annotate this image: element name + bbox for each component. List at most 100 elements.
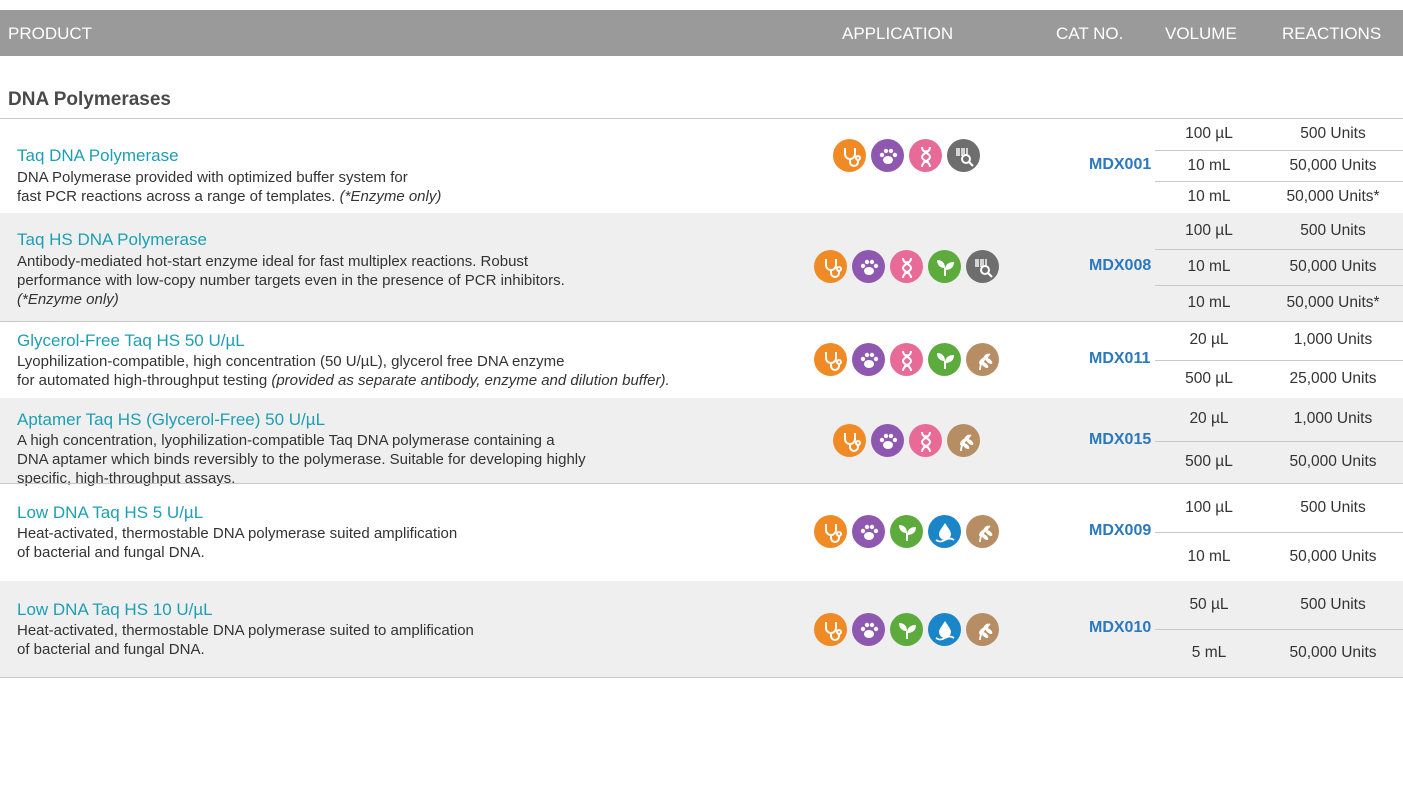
volume-cell: 500 µL xyxy=(1185,453,1233,470)
product-name[interactable]: Taq DNA Polymerase xyxy=(17,146,179,166)
size-divider xyxy=(1155,249,1403,250)
plant-icon xyxy=(890,613,923,646)
product-name[interactable]: Low DNA Taq HS 5 U/µL xyxy=(17,503,203,523)
table-row: Low DNA Taq HS 10 U/µL Heat-activated, th… xyxy=(0,581,1403,677)
size-divider xyxy=(1155,629,1403,630)
paw-icon xyxy=(852,343,885,376)
stethoscope-icon xyxy=(833,139,866,172)
table-row: Taq HS DNA Polymerase Antibody-mediated h… xyxy=(0,213,1403,321)
barcode-search-icon xyxy=(966,250,999,283)
paw-icon xyxy=(852,515,885,548)
reactions-cell: 1,000 Units xyxy=(1293,410,1373,427)
reactions-cell: 50,000 Units xyxy=(1289,157,1377,174)
description-note: (*Enzyme only) xyxy=(17,291,119,308)
application-icons xyxy=(814,250,999,284)
table-row: Low DNA Taq HS 5 U/µL Heat-activated, the… xyxy=(0,483,1403,581)
volume-cell: 50 µL xyxy=(1189,596,1229,613)
product-description: A high concentration, lyophilization-com… xyxy=(17,432,586,487)
header-cat-no: CAT NO. xyxy=(1056,24,1124,43)
volume-cell: 10 mL xyxy=(1187,294,1231,311)
volume-cell: 10 mL xyxy=(1187,548,1231,565)
application-icons xyxy=(833,424,980,458)
wheat-icon xyxy=(966,515,999,548)
reactions-cell: 25,000 Units xyxy=(1289,370,1377,387)
dna-icon xyxy=(890,343,923,376)
product-description: Heat-activated, thermostable DNA polymer… xyxy=(17,622,474,658)
stethoscope-icon xyxy=(814,250,847,283)
volume-cell: 100 µL xyxy=(1185,499,1233,516)
size-divider xyxy=(1155,285,1403,286)
wheat-icon xyxy=(966,613,999,646)
table-row: Taq DNA Polymerase DNA Polymerase provide… xyxy=(0,118,1403,213)
volume-cell: 10 mL xyxy=(1187,157,1231,174)
paw-icon xyxy=(852,613,885,646)
reactions-cell: 50,000 Units xyxy=(1289,453,1377,470)
size-divider xyxy=(1155,181,1403,182)
plant-icon xyxy=(928,250,961,283)
wheat-icon xyxy=(947,424,980,457)
reactions-cell: 500 Units xyxy=(1300,222,1366,239)
product-description: Heat-activated, thermostable DNA polymer… xyxy=(17,525,458,561)
product-name[interactable]: Glycerol-Free Taq HS 50 U/µL xyxy=(17,331,245,351)
reactions-cell: 50,000 Units* xyxy=(1286,188,1380,205)
catalog-number[interactable]: MDX001 xyxy=(1089,156,1151,174)
description-note: (*Enzyme only) xyxy=(339,188,442,205)
product-description: Lyophilization-compatible, high concentr… xyxy=(17,353,670,389)
volume-cell: 500 µL xyxy=(1185,370,1233,387)
paw-icon xyxy=(871,139,904,172)
water-drop-icon xyxy=(928,515,961,548)
application-icons xyxy=(833,139,980,173)
size-divider xyxy=(1155,532,1403,533)
product-description: Antibody-mediated hot-start enzyme ideal… xyxy=(17,253,565,308)
description-note: (provided as separate antibody, enzyme a… xyxy=(271,372,670,389)
stethoscope-icon xyxy=(833,424,866,457)
volume-cell: 5 mL xyxy=(1191,644,1227,661)
row-divider xyxy=(0,677,1403,678)
plant-icon xyxy=(890,515,923,548)
stethoscope-icon xyxy=(814,613,847,646)
application-icons xyxy=(814,343,999,377)
volume-cell: 100 µL xyxy=(1185,222,1233,239)
table-row: Aptamer Taq HS (Glycerol-Free) 50 U/µL A … xyxy=(0,398,1403,487)
volume-cell: 20 µL xyxy=(1189,331,1229,348)
volume-cell: 10 mL xyxy=(1187,188,1231,205)
product-name[interactable]: Taq HS DNA Polymerase xyxy=(17,230,207,250)
paw-icon xyxy=(852,250,885,283)
catalog-number[interactable]: MDX010 xyxy=(1089,619,1151,637)
application-icons xyxy=(814,515,999,549)
size-divider xyxy=(1155,150,1403,151)
table-row: Glycerol-Free Taq HS 50 U/µL Lyophilizati… xyxy=(0,321,1403,398)
volume-cell: 100 µL xyxy=(1185,125,1233,142)
wheat-icon xyxy=(966,343,999,376)
header-product: PRODUCT xyxy=(8,24,93,43)
reactions-cell: 50,000 Units* xyxy=(1286,294,1380,311)
reactions-cell: 500 Units xyxy=(1300,499,1366,516)
product-name[interactable]: Aptamer Taq HS (Glycerol-Free) 50 U/µL xyxy=(17,410,325,430)
reactions-cell: 500 Units xyxy=(1300,596,1366,613)
size-divider xyxy=(1155,360,1403,361)
row-divider xyxy=(0,118,1403,119)
stethoscope-icon xyxy=(814,515,847,548)
header-volume: VOLUME xyxy=(1165,24,1237,43)
barcode-search-icon xyxy=(947,139,980,172)
header-application: APPLICATION xyxy=(842,24,954,43)
application-icons xyxy=(814,613,999,647)
plant-icon xyxy=(928,343,961,376)
paw-icon xyxy=(871,424,904,457)
product-description: DNA Polymerase provided with optimized b… xyxy=(17,169,442,205)
catalog-number[interactable]: MDX008 xyxy=(1089,257,1151,275)
reactions-cell: 50,000 Units xyxy=(1289,644,1377,661)
catalog-number[interactable]: MDX009 xyxy=(1089,522,1151,540)
reactions-cell: 50,000 Units xyxy=(1289,548,1377,565)
reactions-cell: 50,000 Units xyxy=(1289,258,1377,275)
size-divider xyxy=(1155,441,1403,442)
catalog-number[interactable]: MDX015 xyxy=(1089,431,1151,449)
reactions-cell: 1,000 Units xyxy=(1293,331,1373,348)
product-name[interactable]: Low DNA Taq HS 10 U/µL xyxy=(17,600,213,620)
catalog-number[interactable]: MDX011 xyxy=(1089,350,1150,368)
section-title: DNA Polymerases xyxy=(8,89,171,110)
volume-cell: 20 µL xyxy=(1189,410,1229,427)
dna-icon xyxy=(909,139,942,172)
table-header: PRODUCT APPLICATION CAT NO. VOLUME REACT… xyxy=(0,10,1403,56)
header-reactions: REACTIONS xyxy=(1282,24,1382,43)
